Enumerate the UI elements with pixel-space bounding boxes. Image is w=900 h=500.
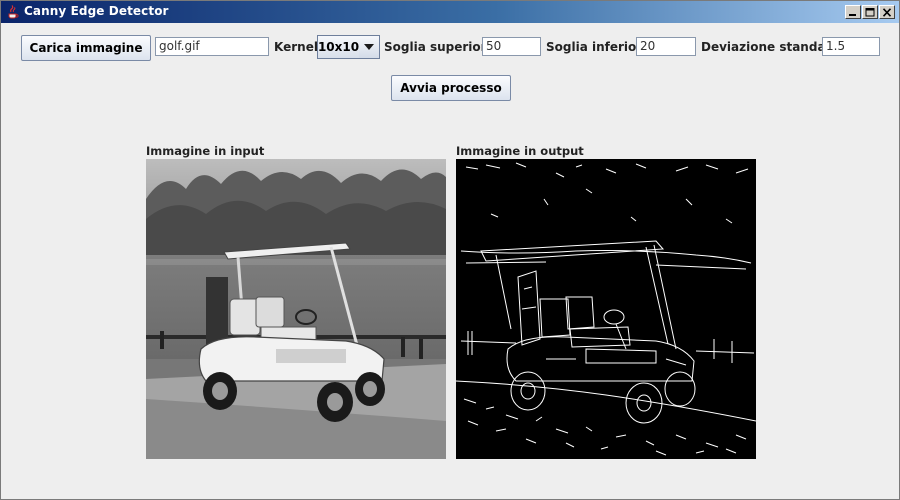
kernel-label: Kernel: [274, 40, 318, 54]
file-name-input[interactable]: golf.gif: [155, 37, 269, 56]
content-area: Carica immagine golf.gif Kernel 10x10 So…: [1, 23, 899, 499]
lower-threshold-input[interactable]: 20: [636, 37, 696, 56]
window-title: Canny Edge Detector: [24, 4, 169, 18]
input-panel-title: Immagine in input: [146, 144, 265, 158]
maximize-icon: [865, 7, 875, 16]
kernel-select[interactable]: 10x10: [317, 35, 380, 59]
title-bar[interactable]: Canny Edge Detector: [1, 1, 899, 23]
dropdown-arrow-button[interactable]: [359, 36, 379, 58]
lower-threshold-label: Soglia inferiore: [546, 40, 651, 54]
stddev-label: Deviazione standard: [701, 40, 841, 54]
chevron-down-icon: [364, 44, 374, 50]
run-process-button[interactable]: Avvia processo: [391, 75, 511, 101]
load-image-button[interactable]: Carica immagine: [21, 35, 151, 61]
kernel-select-value: 10x10: [318, 36, 360, 58]
minimize-button[interactable]: [845, 5, 861, 19]
close-button[interactable]: [879, 5, 895, 19]
java-coffee-icon: [8, 5, 19, 19]
output-panel-title: Immagine in output: [456, 144, 584, 158]
close-icon: [882, 7, 892, 17]
app-window: Canny Edge Detector Carica immagine golf…: [0, 0, 900, 500]
upper-threshold-label: Soglia superiore: [384, 40, 495, 54]
input-image: [146, 159, 446, 459]
output-image: [456, 159, 756, 459]
upper-threshold-input[interactable]: 50: [482, 37, 541, 56]
maximize-button[interactable]: [862, 5, 878, 19]
minimize-icon: [849, 13, 856, 16]
stddev-input[interactable]: 1.5: [822, 37, 880, 56]
